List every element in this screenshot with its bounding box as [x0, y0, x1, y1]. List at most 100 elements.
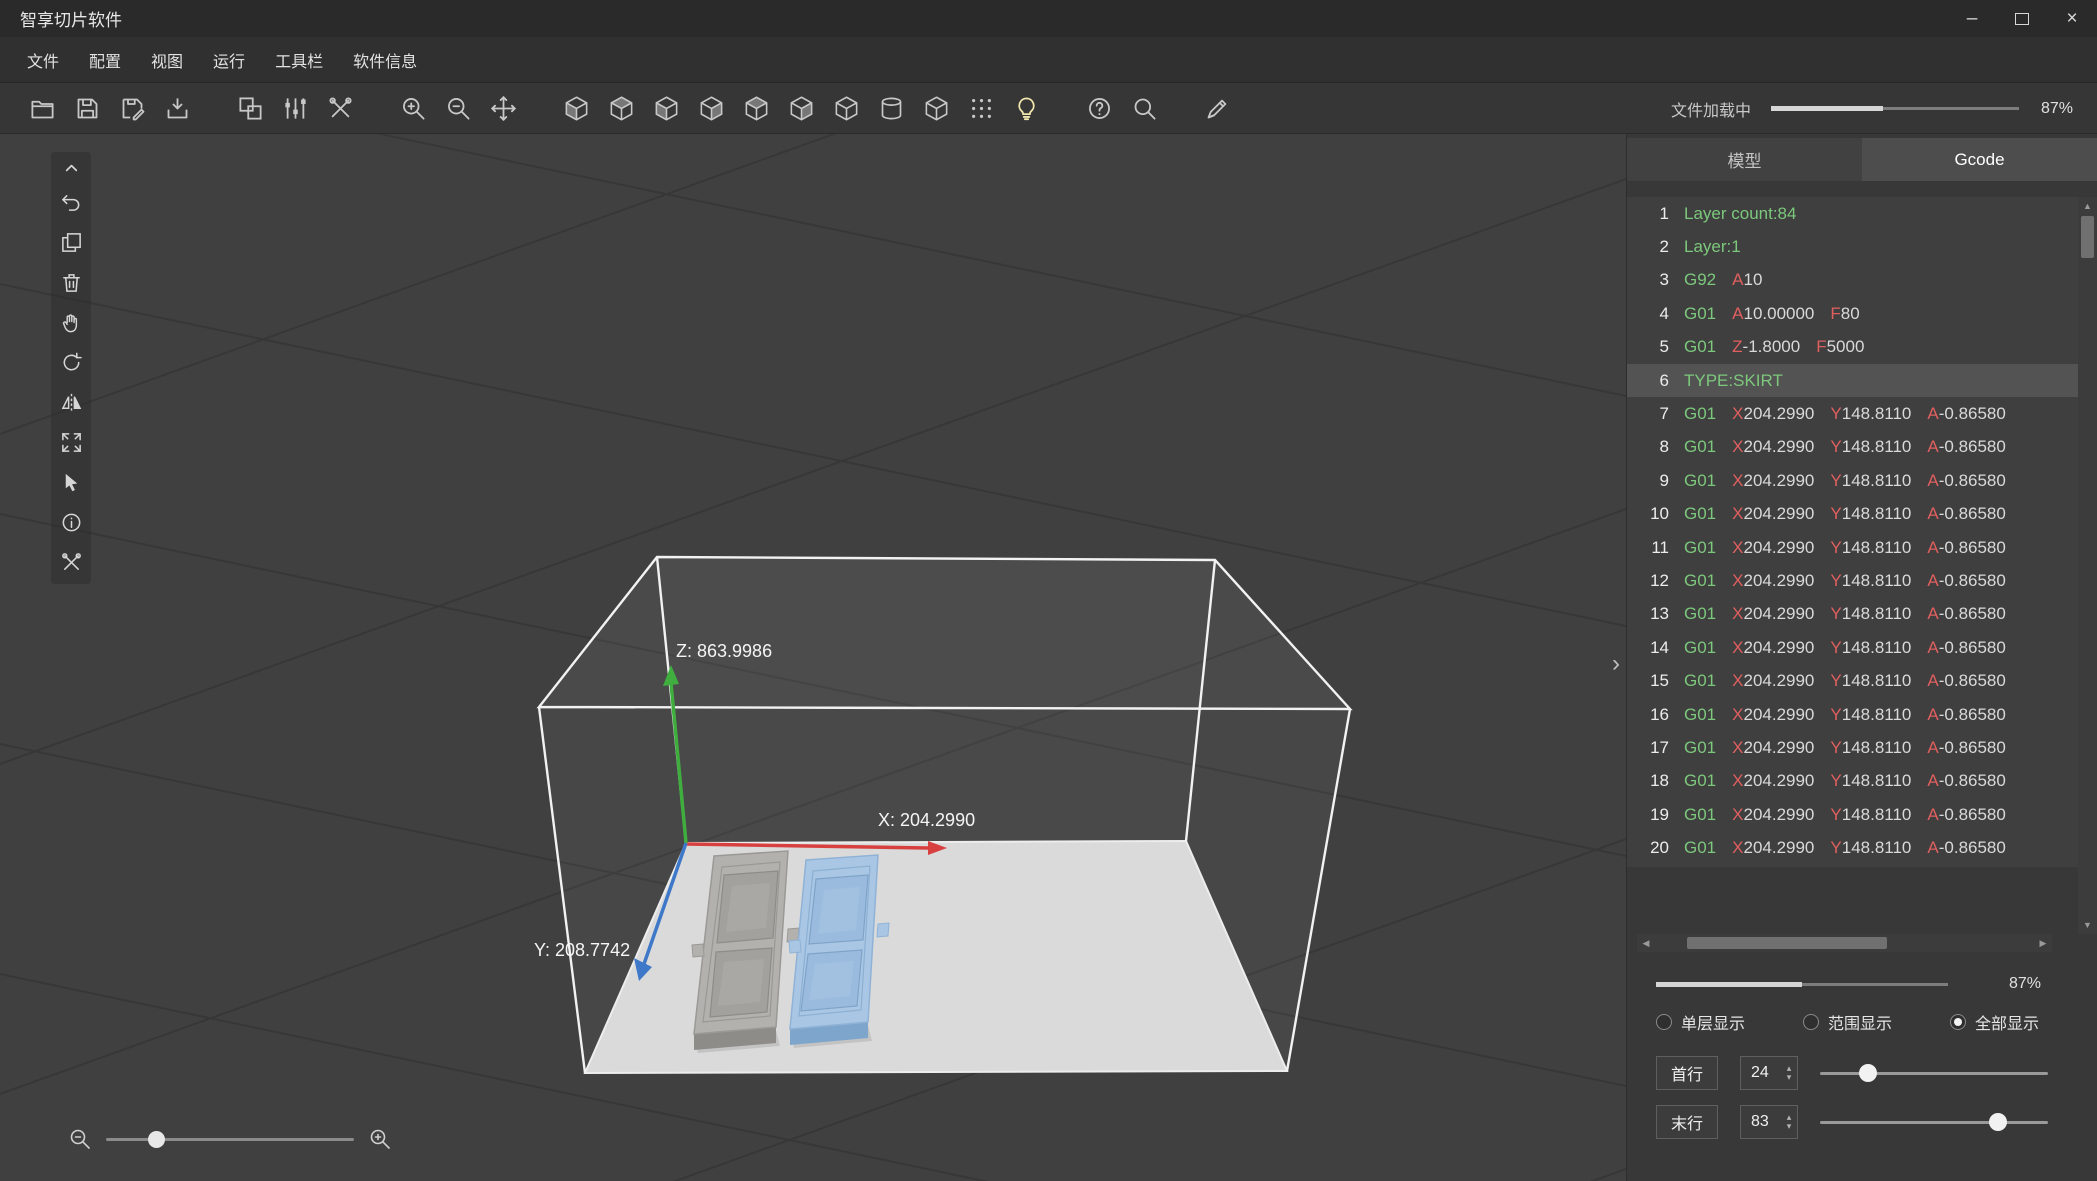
view-right-button[interactable]: [693, 90, 729, 126]
menu-item-file[interactable]: 文件: [12, 37, 74, 82]
view-points-button[interactable]: [963, 90, 999, 126]
tab-model[interactable]: 模型: [1627, 138, 1862, 181]
search-button[interactable]: [1126, 90, 1162, 126]
last-line-spinbox[interactable]: 83 ▴▾: [1740, 1105, 1798, 1139]
repair-model-button[interactable]: [51, 542, 91, 582]
application-window: 智享切片软件 – × 文件配置视图运行工具栏软件信息 文件加载中 87%: [0, 0, 2097, 1181]
spin-down-icon[interactable]: ▾: [1787, 1122, 1792, 1131]
gcode-line-19[interactable]: 19G01X204.2990Y148.8110A-0.86580: [1627, 798, 2079, 831]
3d-scene[interactable]: Z: 863.9986 X: 204.2990 Y: 208.7742: [0, 134, 1626, 1181]
zoom-slider-track[interactable]: [106, 1138, 354, 1141]
gcode-line-20[interactable]: 20G01X204.2990Y148.8110A-0.86580: [1627, 831, 2079, 864]
gcode-line-6[interactable]: 6TYPE:SKIRT: [1627, 364, 2079, 397]
menu-item-software-info[interactable]: 软件信息: [338, 37, 432, 82]
menu-item-run[interactable]: 运行: [198, 37, 260, 82]
pan-view-button[interactable]: [485, 90, 521, 126]
gcode-line-13[interactable]: 13G01X204.2990Y148.8110A-0.86580: [1627, 598, 2079, 631]
import-file-button[interactable]: [159, 90, 195, 126]
panel-collapse-handle[interactable]: ›: [1608, 644, 1624, 684]
radio-all[interactable]: 全部显示: [1950, 1010, 2039, 1034]
horizontal-scroll-thumb[interactable]: [1687, 937, 1887, 949]
view-back-button[interactable]: [603, 90, 639, 126]
menu-item-toolbar[interactable]: 工具栏: [260, 37, 338, 82]
tab-gcode[interactable]: Gcode: [1862, 138, 2097, 181]
open-file-button[interactable]: [24, 90, 60, 126]
minimize-button[interactable]: –: [1947, 0, 1997, 37]
first-line-slider[interactable]: [1820, 1055, 2048, 1091]
menu-item-config[interactable]: 配置: [74, 37, 136, 82]
model-info-button[interactable]: [51, 502, 91, 542]
gcode-line-12[interactable]: 12G01X204.2990Y148.8110A-0.86580: [1627, 564, 2079, 597]
close-button[interactable]: ×: [2047, 0, 2097, 37]
radio-range[interactable]: 范围显示: [1803, 1010, 1892, 1034]
vertical-scroll-thumb[interactable]: [2081, 216, 2094, 258]
first-line-spinbox[interactable]: 24 ▴▾: [1740, 1056, 1798, 1090]
last-line-slider-handle[interactable]: [1989, 1113, 2007, 1131]
gcode-line-4[interactable]: 4G01A10.00000F80: [1627, 297, 2079, 330]
zoom-in-icon[interactable]: [368, 1127, 392, 1151]
spin-down-icon[interactable]: ▾: [1787, 1073, 1792, 1082]
view-left-button[interactable]: [648, 90, 684, 126]
maximize-button[interactable]: [1997, 0, 2047, 37]
view-iso-button[interactable]: [828, 90, 864, 126]
zoom-out-button[interactable]: [440, 90, 476, 126]
scroll-left-icon[interactable]: ◀: [1637, 934, 1655, 952]
radio-single-layer[interactable]: 单层显示: [1656, 1010, 1745, 1034]
gcode-line-3[interactable]: 3G92A10: [1627, 264, 2079, 297]
export-file-button[interactable]: [114, 90, 150, 126]
last-line-button[interactable]: 末行: [1656, 1105, 1718, 1139]
zoom-out-icon[interactable]: [68, 1127, 92, 1151]
view-top-button[interactable]: [738, 90, 774, 126]
select-tool-button[interactable]: [51, 462, 91, 502]
gcode-line-5[interactable]: 5G01Z-1.8000F5000: [1627, 331, 2079, 364]
gcode-line-18[interactable]: 18G01X204.2990Y148.8110A-0.86580: [1627, 765, 2079, 798]
last-line-slider[interactable]: [1820, 1104, 2048, 1140]
rotate-tool-button[interactable]: [51, 342, 91, 382]
menu-item-view[interactable]: 视图: [136, 37, 198, 82]
rotate-tool-icon: [60, 351, 83, 374]
annotate-pen-button[interactable]: [1199, 90, 1235, 126]
fit-view-button[interactable]: [51, 422, 91, 462]
save-file-button[interactable]: [69, 90, 105, 126]
first-line-button[interactable]: 首行: [1656, 1056, 1718, 1090]
titlebar[interactable]: 智享切片软件 – ×: [0, 0, 2097, 37]
scroll-right-icon[interactable]: ▶: [2034, 934, 2052, 952]
gcode-line-16[interactable]: 16G01X204.2990Y148.8110A-0.86580: [1627, 698, 2079, 731]
machine-setup-button[interactable]: [322, 90, 358, 126]
help-button[interactable]: [1081, 90, 1117, 126]
gcode-line-7[interactable]: 7G01X204.2990Y148.8110A-0.86580: [1627, 397, 2079, 430]
scroll-up-button[interactable]: [51, 154, 91, 182]
view-wireframe-button[interactable]: [918, 90, 954, 126]
gcode-line-11[interactable]: 11G01X204.2990Y148.8110A-0.86580: [1627, 531, 2079, 564]
gcode-line-8[interactable]: 8G01X204.2990Y148.8110A-0.86580: [1627, 431, 2079, 464]
zoom-in-button[interactable]: [395, 90, 431, 126]
first-line-slider-handle[interactable]: [1859, 1064, 1877, 1082]
duplicate-model-button[interactable]: [51, 222, 91, 262]
gcode-horizontal-scrollbar[interactable]: ◀ ▶: [1637, 934, 2052, 952]
gcode-line-1[interactable]: 1Layer count:84: [1627, 197, 2079, 230]
gcode-progress-track[interactable]: [1656, 983, 1948, 986]
toggle-light-button[interactable]: [1008, 90, 1044, 126]
gcode-line-10[interactable]: 10G01X204.2990Y148.8110A-0.86580: [1627, 498, 2079, 531]
scroll-up-icon[interactable]: ▲: [2078, 198, 2097, 214]
view-front-button[interactable]: [558, 90, 594, 126]
gcode-vertical-scrollbar[interactable]: ▲ ▼: [2078, 197, 2097, 934]
delete-model-button[interactable]: [51, 262, 91, 302]
open-file-icon: [29, 95, 56, 122]
scroll-down-icon[interactable]: ▼: [2078, 917, 2097, 933]
zoom-slider-handle[interactable]: [148, 1131, 165, 1148]
gcode-line-2[interactable]: 2Layer:1: [1627, 230, 2079, 263]
undo-button[interactable]: [51, 182, 91, 222]
view-bottom-button[interactable]: [783, 90, 819, 126]
parameter-settings-button[interactable]: [277, 90, 313, 126]
mirror-tool-button[interactable]: [51, 382, 91, 422]
pan-tool-button[interactable]: [51, 302, 91, 342]
view-cylinder-button[interactable]: [873, 90, 909, 126]
gcode-line-14[interactable]: 14G01X204.2990Y148.8110A-0.86580: [1627, 631, 2079, 664]
gcode-line-number: 1: [1635, 204, 1669, 224]
gcode-line-15[interactable]: 15G01X204.2990Y148.8110A-0.86580: [1627, 664, 2079, 697]
viewport-3d[interactable]: Z: 863.9986 X: 204.2990 Y: 208.7742 ›: [0, 134, 1626, 1181]
gcode-line-9[interactable]: 9G01X204.2990Y148.8110A-0.86580: [1627, 464, 2079, 497]
clone-model-button[interactable]: [232, 90, 268, 126]
gcode-line-17[interactable]: 17G01X204.2990Y148.8110A-0.86580: [1627, 731, 2079, 764]
